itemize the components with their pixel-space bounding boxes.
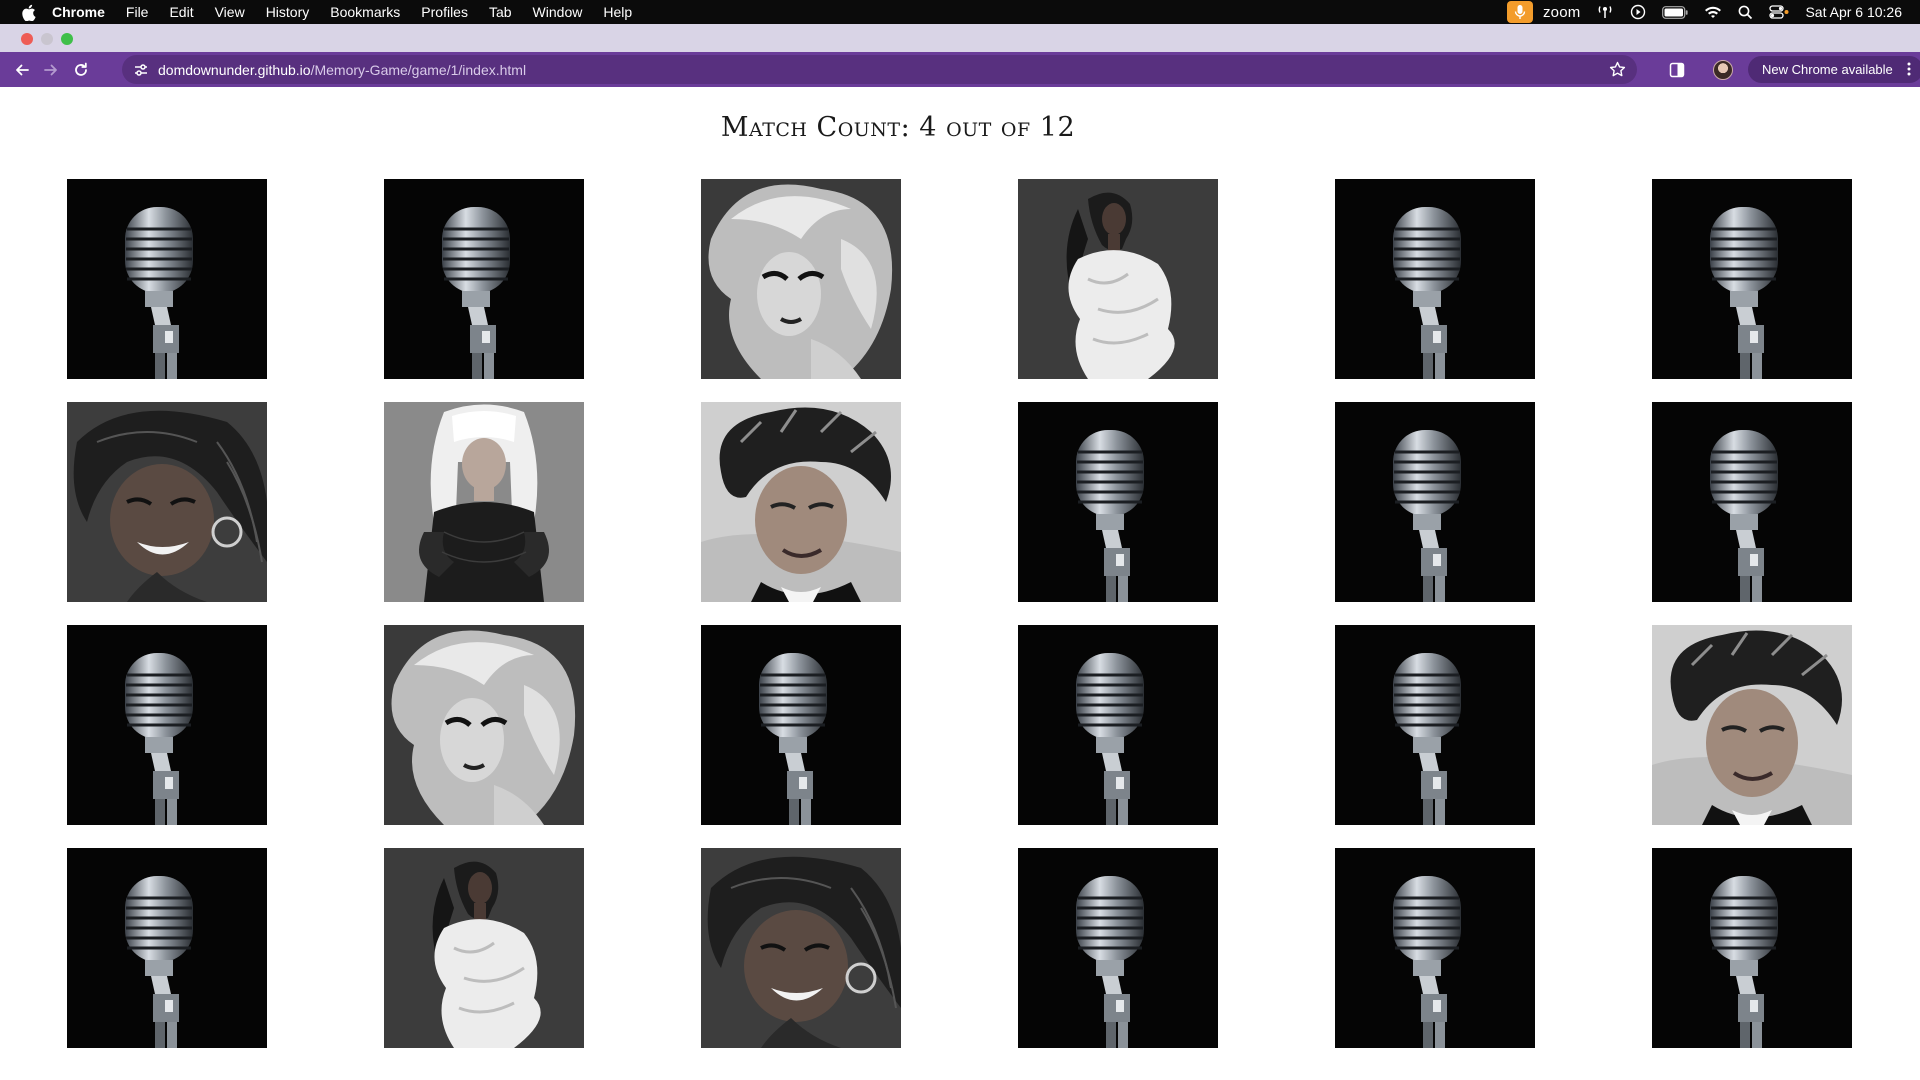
url-host: domdownunder.github.io [158,61,311,78]
match-count-prefix: Match Count: [720,112,911,143]
microphone-card-back-icon [67,625,267,825]
match-count-title: Match Count: 4 out of 12 [0,112,1796,143]
microphone-card-back-icon [1018,625,1218,825]
memory-card-face-down[interactable] [1652,848,1852,1048]
memory-card-face-down[interactable] [67,179,267,379]
browser-tab-strip [0,24,1920,52]
wifi-icon[interactable] [1704,5,1722,19]
singer-braids-smiling-photo [701,848,901,1048]
microphone-in-use-icon[interactable] [1506,1,1533,23]
arrow-right-icon [44,64,57,75]
bookmark-star-icon[interactable] [1607,59,1627,79]
singer-white-ruffled-dress-photo [384,848,584,1048]
singer-short-spiky-hair-photo [1652,625,1852,825]
singer-platinum-hair-black-lace-photo [384,402,584,602]
apple-icon[interactable] [20,3,36,21]
memory-game-page: Match Count: 4 out of 12 [0,87,1920,1080]
microphone-card-back-icon [701,625,901,825]
microphone-card-back-icon [384,179,584,379]
singer-short-spiky-hair-photo [701,402,901,602]
memory-card-revealed[interactable] [701,848,901,1048]
macos-menu-bar: Chrome File Edit View History Bookmarks … [0,0,1920,24]
singer-voluminous-blonde-hair-photo [701,179,901,379]
microphone-card-back-icon [1652,179,1852,379]
arrow-left-icon [16,64,29,75]
singer-white-ruffled-dress-photo [1018,179,1218,379]
browser-toolbar: domdownunder.github.io/Memory-Game/game/… [0,52,1920,87]
memory-card-face-down[interactable] [1018,402,1218,602]
window-zoom-button[interactable] [61,33,73,45]
menu-file[interactable]: File [126,4,149,20]
menu-profiles[interactable]: Profiles [421,4,468,20]
memory-card-revealed[interactable] [67,402,267,602]
memory-card-face-down[interactable] [1018,625,1218,825]
memory-card-revealed[interactable] [701,402,901,602]
profile-avatar[interactable] [1713,59,1733,80]
menu-bar-clock[interactable]: Sat Apr 6 10:26 [1805,4,1902,20]
new-chrome-available-button[interactable]: New Chrome available [1748,56,1920,83]
microphone-card-back-icon [1335,179,1535,379]
match-count-value: 4 [919,112,937,143]
singer-braids-smiling-photo [67,402,267,602]
microphone-card-back-icon [1652,848,1852,1048]
memory-card-face-down[interactable] [67,625,267,825]
menu-bookmarks[interactable]: Bookmarks [330,4,400,20]
memory-card-face-down[interactable] [1652,179,1852,379]
menu-window[interactable]: Window [533,4,583,20]
memory-card-revealed[interactable] [701,179,901,379]
menu-help[interactable]: Help [603,4,632,20]
microphone-card-back-icon [1652,402,1852,602]
microphone-card-back-icon [1335,402,1535,602]
menu-history[interactable]: History [266,4,310,20]
menu-tab[interactable]: Tab [489,4,512,20]
menu-edit[interactable]: Edit [169,4,193,20]
search-icon[interactable] [1738,5,1753,20]
control-center-icon[interactable] [1769,5,1789,19]
memory-card-revealed[interactable] [384,848,584,1048]
microphone-card-back-icon [1335,625,1535,825]
network-activity-icon[interactable] [1596,5,1614,19]
reload-button[interactable] [67,56,95,84]
memory-card-revealed[interactable] [1018,179,1218,379]
site-info-icon[interactable] [130,59,152,81]
side-panel-icon [1669,62,1685,77]
match-count-total: 12 [1039,112,1076,143]
reload-icon [75,62,87,76]
memory-card-face-down[interactable] [384,179,584,379]
singer-voluminous-blonde-hair-photo [384,625,584,825]
microphone-card-back-icon [67,179,267,379]
menu-chrome[interactable]: Chrome [52,4,105,20]
microphone-card-back-icon [1335,848,1535,1048]
match-count-middle: out of [946,112,1031,143]
memory-card-face-down[interactable] [701,625,901,825]
memory-card-face-down[interactable] [67,848,267,1048]
memory-card-revealed[interactable] [384,625,584,825]
memory-card-face-down[interactable] [1335,402,1535,602]
url-path: /Memory-Game/game/1/index.html [310,61,527,78]
zoom-menu-label[interactable]: zoom [1543,4,1580,21]
menu-view[interactable]: View [215,4,245,20]
card-grid [67,179,1854,1050]
play-circle-icon[interactable] [1630,4,1646,20]
address-url[interactable]: domdownunder.github.io/Memory-Game/game/… [158,62,526,78]
window-minimize-button[interactable] [41,33,53,45]
memory-card-revealed[interactable] [384,402,584,602]
back-button[interactable] [8,56,36,84]
microphone-card-back-icon [67,848,267,1048]
memory-card-face-down[interactable] [1652,402,1852,602]
microphone-card-back-icon [1018,848,1218,1048]
side-panel-button[interactable] [1665,58,1689,82]
window-close-button[interactable] [21,33,33,45]
battery-icon[interactable] [1662,5,1689,19]
more-menu-icon[interactable] [1905,60,1913,78]
memory-card-face-down[interactable] [1335,179,1535,379]
new-chrome-label: New Chrome available [1762,62,1893,77]
memory-card-revealed[interactable] [1652,625,1852,825]
memory-card-face-down[interactable] [1335,848,1535,1048]
memory-card-face-down[interactable] [1335,625,1535,825]
memory-card-face-down[interactable] [1018,848,1218,1048]
forward-button[interactable] [37,56,65,84]
address-bar[interactable]: domdownunder.github.io/Memory-Game/game/… [122,55,1637,84]
microphone-card-back-icon [1018,402,1218,602]
